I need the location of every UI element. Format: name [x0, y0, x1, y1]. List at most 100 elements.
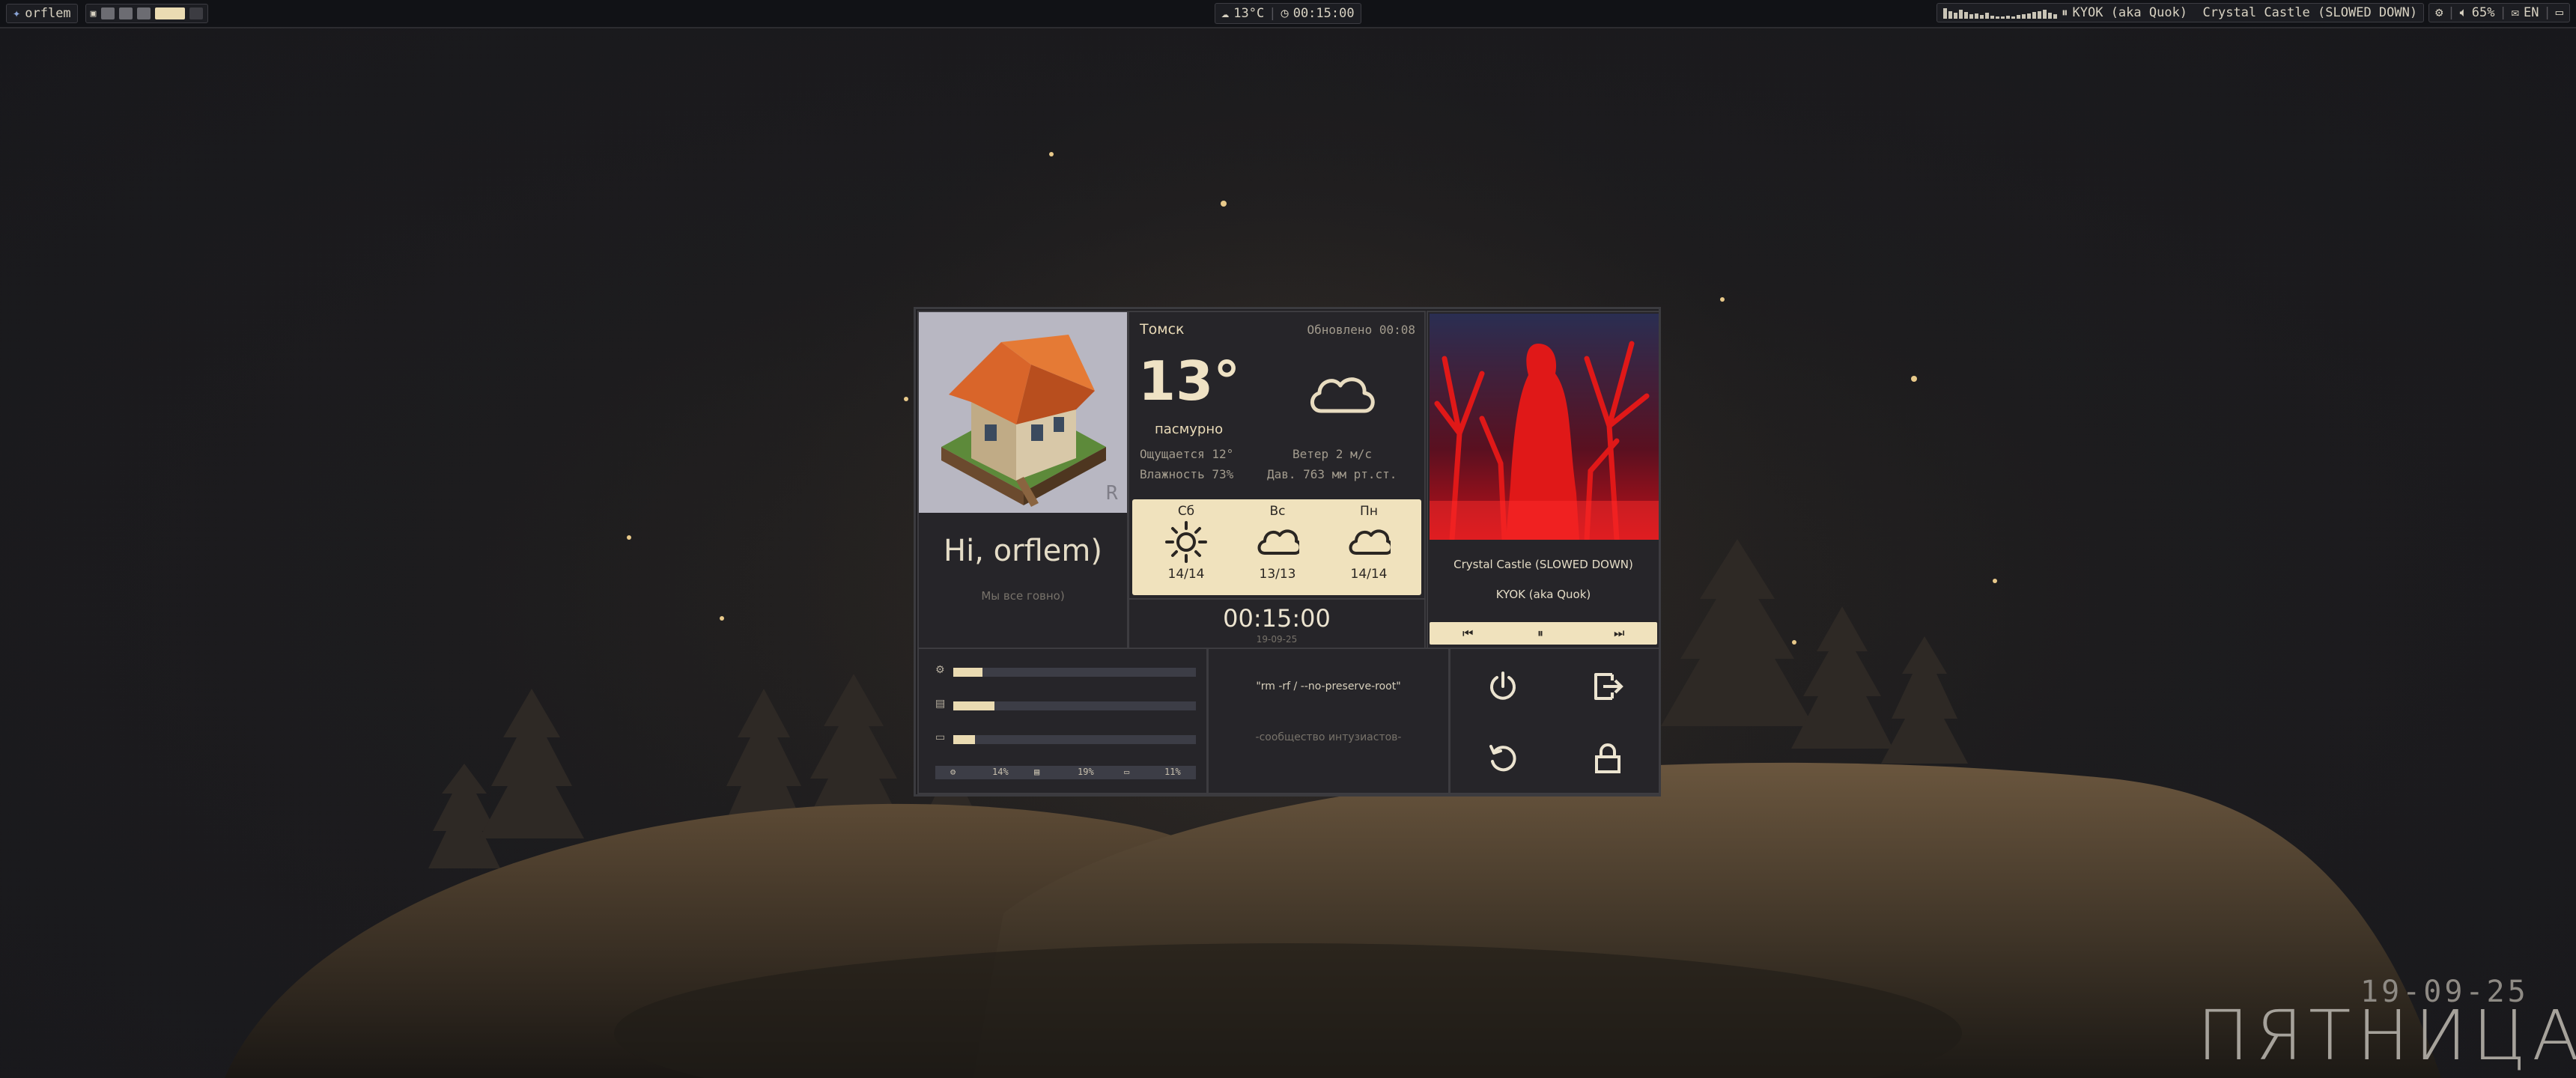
weather-pressure: Дав. 763 мм рт.ст. — [1267, 467, 1397, 481]
forecast-temps: 14/14 — [1167, 567, 1205, 582]
weather-city: Томск — [1140, 321, 1185, 338]
memory-icon: ▤ — [935, 698, 946, 710]
weather-feels-like: Ощущается 12° — [1140, 447, 1234, 461]
track-artist: KYOK (aka Quok) — [1495, 588, 1591, 601]
forecast-day-2: Вс 13/13 — [1240, 504, 1315, 582]
topbar-volume[interactable]: 65% — [2472, 5, 2495, 20]
logout-icon — [1594, 673, 1623, 700]
weather-wind: Ветер 2 м/с — [1292, 447, 1372, 461]
clock-panel: 00:15:00 19-09-25 — [1128, 598, 1426, 649]
cpu-percent: 14% — [992, 767, 1009, 777]
profile-subtitle: Мы все говно) — [981, 589, 1065, 603]
cloud-icon — [1257, 529, 1302, 555]
album-cover — [1430, 314, 1659, 540]
greeting: Hi, orflem) — [944, 534, 1102, 568]
weather-condition: пасмурно — [1155, 421, 1224, 437]
forecast-temps: 14/14 — [1350, 567, 1388, 582]
restart-icon — [1489, 745, 1516, 772]
workspace-3[interactable] — [136, 7, 151, 19]
stat-row-cpu: ⚙ — [935, 664, 1196, 677]
topbar-layout[interactable]: EN — [2524, 5, 2539, 20]
workspace-1[interactable] — [100, 7, 115, 19]
forecast-day-1: Сб 14/14 — [1149, 504, 1224, 582]
weather-temperature: 13° — [1138, 350, 1241, 412]
clock-icon: ◷ — [1281, 6, 1289, 21]
topbar-now-playing: KYOK (aka Quok) Crystal Castle (SLOWED D… — [2072, 5, 2418, 20]
media-controls: ⏮ ⏸ ⏭ — [1430, 622, 1657, 645]
forecast-day-label: Пн — [1360, 504, 1378, 519]
track-title: Crystal Castle (SLOWED DOWN) — [1453, 558, 1633, 571]
dashboard: R Hi, orflem) Мы все говно) Томск Обновл… — [914, 307, 1661, 797]
music-panel: Crystal Castle (SLOWED DOWN) KYOK (aka Q… — [1427, 311, 1660, 649]
forecast-temps: 13/13 — [1259, 567, 1296, 582]
power-button[interactable] — [1479, 663, 1527, 710]
previous-icon[interactable]: ⏮ — [1462, 626, 1473, 641]
stat-row-ram: ▤ — [935, 698, 1196, 711]
topbar-clock: 00:15:00 — [1292, 6, 1355, 21]
topbar-left: ✦ orflem ▣ — [6, 3, 208, 24]
weather-humidity: Влажность 73% — [1140, 467, 1234, 481]
disk-icon: ▭ — [1124, 767, 1130, 777]
cloud-icon — [1349, 529, 1394, 555]
avatar: R — [919, 312, 1127, 513]
logout-button[interactable] — [1584, 663, 1632, 710]
audio-visualizer — [1943, 7, 2058, 19]
disk-bar-track — [953, 735, 1196, 744]
cpu-bar-fill — [953, 668, 982, 677]
command-text: "rm -rf / --no-preserve-root" — [1256, 680, 1401, 692]
clock-time: 00:15:00 — [1223, 604, 1331, 633]
gear-icon: ⚙ — [950, 767, 956, 777]
cloud-icon: ☁ — [1221, 6, 1230, 21]
gear-icon[interactable]: ⚙ — [2435, 5, 2443, 20]
battery-icon: ▭ — [2555, 5, 2563, 20]
disk-bar-fill — [953, 735, 976, 744]
media-widget[interactable]: ⏸ KYOK (aka Quok) Crystal Castle (SLOWED… — [1936, 3, 2425, 22]
stats-panel: ⚙ ▤ ▭ ⚙ 14% ▤ 19% ▭ 11% — [917, 648, 1208, 794]
community-caption: -сообщество интузиастов- — [1255, 731, 1402, 743]
quote-panel: "rm -rf / --no-preserve-root" -сообществ… — [1207, 648, 1450, 794]
ram-percent: 19% — [1078, 767, 1094, 777]
gear-icon: ⚙ — [935, 664, 945, 676]
window-icon: ▣ — [90, 7, 97, 19]
workspaces: ▣ — [85, 4, 208, 23]
launcher-button[interactable]: ✦ orflem — [6, 4, 78, 23]
restart-button[interactable] — [1479, 734, 1527, 782]
stat-row-disk: ▭ — [935, 731, 1196, 745]
ram-bar-track — [953, 701, 1196, 710]
power-panel — [1449, 648, 1660, 794]
pause-icon[interactable]: ⏸ — [2062, 5, 2068, 20]
power-icon — [1490, 672, 1516, 700]
clock-date: 19-09-25 — [1256, 634, 1298, 645]
weather-panel: Томск Обновлено 00:08 13° пасмурно Ощуща… — [1128, 311, 1426, 600]
svg-text:R: R — [1106, 482, 1118, 505]
topbar-weather: 13°C — [1233, 6, 1265, 21]
memory-icon: ▤ — [1034, 767, 1040, 777]
tray: ⚙ | 🔈︎ 65% | ✉ EN | ▭ — [2428, 3, 2570, 22]
lock-button[interactable] — [1584, 734, 1632, 782]
disk-icon: ▭ — [935, 731, 946, 743]
profile-panel: R Hi, orflem) Мы все говно) — [917, 311, 1128, 649]
pause-icon[interactable]: ⏸ — [1537, 626, 1543, 641]
disk-percent: 11% — [1164, 767, 1181, 777]
forecast: Сб 14/14 Вс 13/13 Пн 14/14 — [1132, 499, 1421, 595]
forecast-day-label: Сб — [1177, 504, 1195, 519]
ram-bar-fill — [953, 701, 995, 710]
forecast-day-label: Вс — [1269, 504, 1286, 519]
apple-logo-icon: ✦ — [13, 6, 21, 21]
desktop-day: ПЯТНИЦА — [2197, 996, 2576, 1076]
workspace-5[interactable] — [189, 7, 203, 19]
cloud-icon — [1310, 377, 1375, 413]
next-icon[interactable]: ⏭ — [1614, 626, 1624, 641]
lock-icon — [1595, 743, 1620, 773]
weather-updated: Обновлено 00:08 — [1307, 323, 1416, 337]
sun-icon — [1165, 521, 1207, 563]
topbar-right: ⏸ KYOK (aka Quok) Crystal Castle (SLOWED… — [1936, 3, 2570, 22]
stats-summary: ⚙ 14% ▤ 19% ▭ 11% — [935, 766, 1196, 779]
cpu-bar-track — [953, 668, 1196, 677]
workspace-active[interactable] — [154, 7, 185, 19]
username: orflem — [25, 6, 71, 21]
workspace-2[interactable] — [118, 7, 133, 19]
topbar-center: ☁ 13°C | ◷ 00:15:00 — [1215, 3, 1361, 24]
speaker-icon[interactable]: 🔈︎ — [2460, 5, 2467, 20]
envelope-icon[interactable]: ✉ — [2512, 5, 2519, 20]
